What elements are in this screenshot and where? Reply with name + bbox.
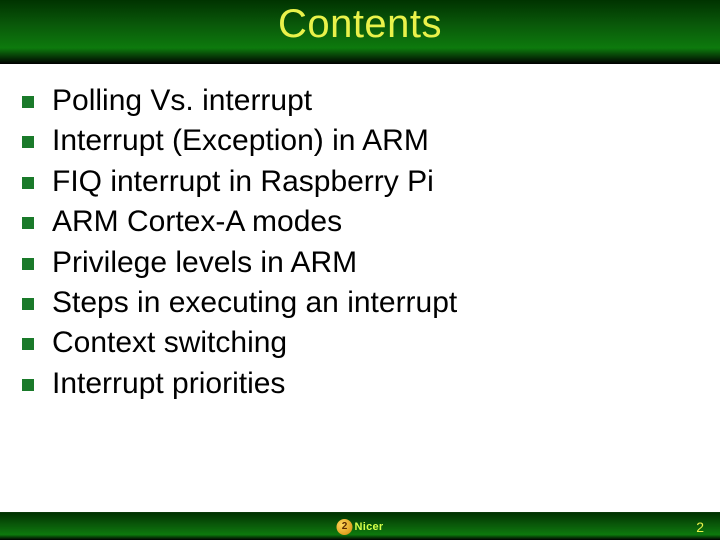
list-item: Steps in executing an interrupt xyxy=(22,284,698,322)
list-item: Interrupt priorities xyxy=(22,365,698,403)
footer-logo: 2 Nicer xyxy=(336,519,383,535)
list-item: Privilege levels in ARM xyxy=(22,244,698,282)
list-item: FIQ interrupt in Raspberry Pi xyxy=(22,163,698,201)
header-band: Contents xyxy=(0,0,720,64)
content-area: Polling Vs. interrupt Interrupt (Excepti… xyxy=(0,64,720,403)
logo-text: Nicer xyxy=(354,521,383,533)
list-item-text: Context switching xyxy=(52,324,287,362)
list-item-text: ARM Cortex-A modes xyxy=(52,203,342,241)
list-item: ARM Cortex-A modes xyxy=(22,203,698,241)
bullet-icon xyxy=(22,338,34,350)
list-item-text: FIQ interrupt in Raspberry Pi xyxy=(52,163,434,201)
list-item: Interrupt (Exception) in ARM xyxy=(22,122,698,160)
bullet-icon xyxy=(22,136,34,148)
page-number: 2 xyxy=(696,519,704,535)
bullet-icon xyxy=(22,177,34,189)
list-item: Polling Vs. interrupt xyxy=(22,82,698,120)
list-item-text: Steps in executing an interrupt xyxy=(52,284,457,322)
list-item-text: Privilege levels in ARM xyxy=(52,244,357,282)
list-item-text: Polling Vs. interrupt xyxy=(52,82,312,120)
list-item-text: Interrupt priorities xyxy=(52,365,285,403)
bullet-icon xyxy=(22,379,34,391)
list-item-text: Interrupt (Exception) in ARM xyxy=(52,122,429,160)
bullet-icon xyxy=(22,96,34,108)
bullet-icon xyxy=(22,217,34,229)
bullet-icon xyxy=(22,258,34,270)
logo-badge-icon: 2 xyxy=(336,519,352,535)
footer-band: 2 Nicer 2 xyxy=(0,512,720,540)
list-item: Context switching xyxy=(22,324,698,362)
bullet-icon xyxy=(22,298,34,310)
slide-title: Contents xyxy=(278,2,442,47)
